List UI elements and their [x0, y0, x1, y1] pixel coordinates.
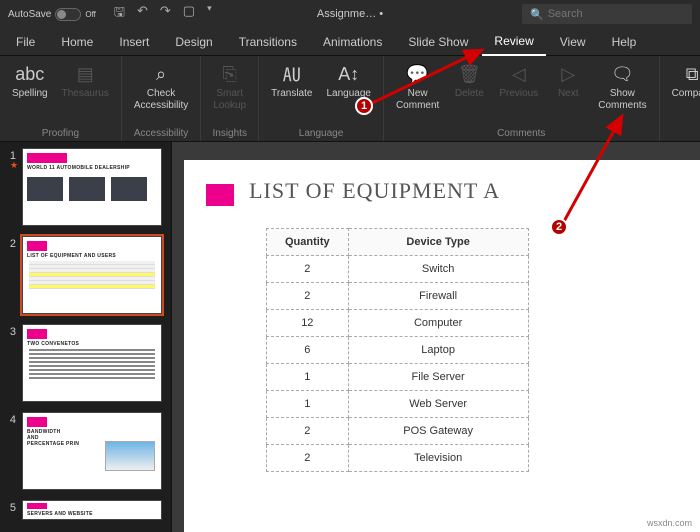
save-icon[interactable]: 🖫: [114, 3, 125, 25]
translate-icon: ㍳: [280, 62, 304, 86]
table-cell: 1: [267, 364, 349, 391]
new-comment-icon: 💬: [406, 62, 430, 86]
th-quantity: Quantity: [267, 229, 349, 256]
slide-canvas[interactable]: LIST OF EQUIPMENT A Quantity Device Type…: [172, 142, 700, 532]
table-cell: 6: [267, 337, 349, 364]
smart-lookup-button[interactable]: ⎘Smart Lookup: [207, 60, 252, 113]
group-insights: Insights: [212, 126, 246, 139]
table-cell: 2: [267, 445, 349, 472]
table-row: 2Firewall: [267, 283, 529, 310]
table-row: 1Web Server: [267, 391, 529, 418]
start-slideshow-icon[interactable]: ▢: [183, 3, 195, 25]
document-title: Assignme… •: [317, 8, 383, 20]
group-accessibility: Accessibility: [134, 126, 188, 139]
next-icon: ▷: [556, 62, 580, 86]
prev-icon: ◁: [507, 62, 531, 86]
show-comments-icon: 🗨: [610, 62, 634, 86]
slide-thumbnail-4[interactable]: BANDWIDTH AND PERCENTAGE PRIN: [22, 412, 162, 490]
spelling-button[interactable]: abcSpelling: [6, 60, 54, 102]
undo-icon[interactable]: ↶: [137, 3, 148, 25]
watermark: wsxdn.com: [647, 518, 692, 528]
autosave-state: Off: [85, 10, 96, 19]
table-cell: Computer: [348, 310, 528, 337]
language-icon: A↕: [337, 62, 361, 86]
spelling-icon: abc: [18, 62, 42, 86]
ribbon: abcSpelling ▤Thesaurus Proofing ⌕Check A…: [0, 56, 700, 142]
table-row: 1File Server: [267, 364, 529, 391]
table-cell: Firewall: [348, 283, 528, 310]
title-accent: [206, 184, 234, 206]
delete-icon: 🗑: [457, 62, 481, 86]
slide-thumbnail-1[interactable]: WORLD 11 AUTOMOBILE DEALERSHIP: [22, 148, 162, 226]
tab-review[interactable]: Review: [482, 28, 545, 56]
table-row: 12Computer: [267, 310, 529, 337]
compare-icon: ⧉: [680, 62, 700, 86]
tab-view[interactable]: View: [548, 29, 598, 55]
tab-slideshow[interactable]: Slide Show: [396, 29, 480, 55]
check-accessibility-button[interactable]: ⌕Check Accessibility: [128, 60, 194, 113]
redo-icon[interactable]: ↷: [160, 3, 171, 25]
next-comment-button[interactable]: ▷Next: [546, 60, 590, 102]
tab-design[interactable]: Design: [163, 29, 224, 55]
qat-dropdown-icon[interactable]: ▾: [207, 3, 212, 25]
autosave-toggle[interactable]: AutoSave Off: [8, 8, 96, 21]
slide-number: 3: [4, 324, 16, 402]
table-cell: 2: [267, 418, 349, 445]
table-cell: 12: [267, 310, 349, 337]
slide-thumbnail-3[interactable]: TWO CONVENETOS: [22, 324, 162, 402]
lookup-icon: ⎘: [218, 62, 242, 86]
autosave-label: AutoSave: [8, 9, 51, 20]
equipment-table[interactable]: Quantity Device Type 2Switch2Firewall12C…: [266, 228, 529, 472]
slide-thumbnail-5[interactable]: SERVERS AND WEBSITE: [22, 500, 162, 520]
table-cell: 1: [267, 391, 349, 418]
callout-1: 1: [355, 97, 373, 115]
group-language: Language: [299, 126, 344, 139]
table-row: 2Television: [267, 445, 529, 472]
language-button[interactable]: A↕Language: [320, 60, 377, 102]
group-proofing: Proofing: [42, 126, 79, 139]
callout-2: 2: [550, 218, 568, 236]
tab-home[interactable]: Home: [49, 29, 105, 55]
table-cell: Switch: [348, 256, 528, 283]
search-input[interactable]: [548, 8, 684, 20]
tab-help[interactable]: Help: [600, 29, 649, 55]
ribbon-tabs: File Home Insert Design Transitions Anim…: [0, 28, 700, 56]
slide-thumbnail-2[interactable]: LIST OF EQUIPMENT AND USERS: [22, 236, 162, 314]
tab-file[interactable]: File: [4, 29, 47, 55]
thesaurus-icon: ▤: [73, 62, 97, 86]
th-device: Device Type: [348, 229, 528, 256]
new-comment-button[interactable]: 💬New Comment: [390, 60, 445, 113]
table-cell: Television: [348, 445, 528, 472]
slide-number: 5: [4, 500, 16, 520]
search-icon: 🔍: [530, 8, 544, 21]
translate-button[interactable]: ㍳Translate: [265, 60, 318, 102]
delete-comment-button[interactable]: 🗑Delete: [447, 60, 491, 102]
previous-comment-button[interactable]: ◁Previous: [493, 60, 544, 102]
current-slide[interactable]: LIST OF EQUIPMENT A Quantity Device Type…: [184, 160, 700, 532]
slide-title: LIST OF EQUIPMENT A: [249, 178, 500, 203]
toggle-switch[interactable]: [55, 8, 81, 21]
table-row: 2Switch: [267, 256, 529, 283]
table-row: 2POS Gateway: [267, 418, 529, 445]
tab-animations[interactable]: Animations: [311, 29, 394, 55]
table-cell: File Server: [348, 364, 528, 391]
slide-number: 2: [4, 236, 16, 314]
thesaurus-button[interactable]: ▤Thesaurus: [56, 60, 115, 102]
table-cell: Laptop: [348, 337, 528, 364]
table-cell: 2: [267, 283, 349, 310]
table-cell: Web Server: [348, 391, 528, 418]
tab-insert[interactable]: Insert: [107, 29, 161, 55]
slide-number: 4: [4, 412, 16, 490]
accessibility-icon: ⌕: [149, 62, 173, 86]
search-box[interactable]: 🔍: [522, 4, 692, 24]
compare-button[interactable]: ⧉Compare: [666, 60, 700, 102]
group-comments: Comments: [497, 126, 545, 139]
tab-transitions[interactable]: Transitions: [227, 29, 309, 55]
slide-panel[interactable]: 1★ WORLD 11 AUTOMOBILE DEALERSHIP 2 LIST…: [0, 142, 172, 532]
table-cell: POS Gateway: [348, 418, 528, 445]
animation-star-icon: ★: [10, 160, 22, 171]
show-comments-button[interactable]: 🗨Show Comments: [592, 60, 652, 113]
table-cell: 2: [267, 256, 349, 283]
table-row: 6Laptop: [267, 337, 529, 364]
